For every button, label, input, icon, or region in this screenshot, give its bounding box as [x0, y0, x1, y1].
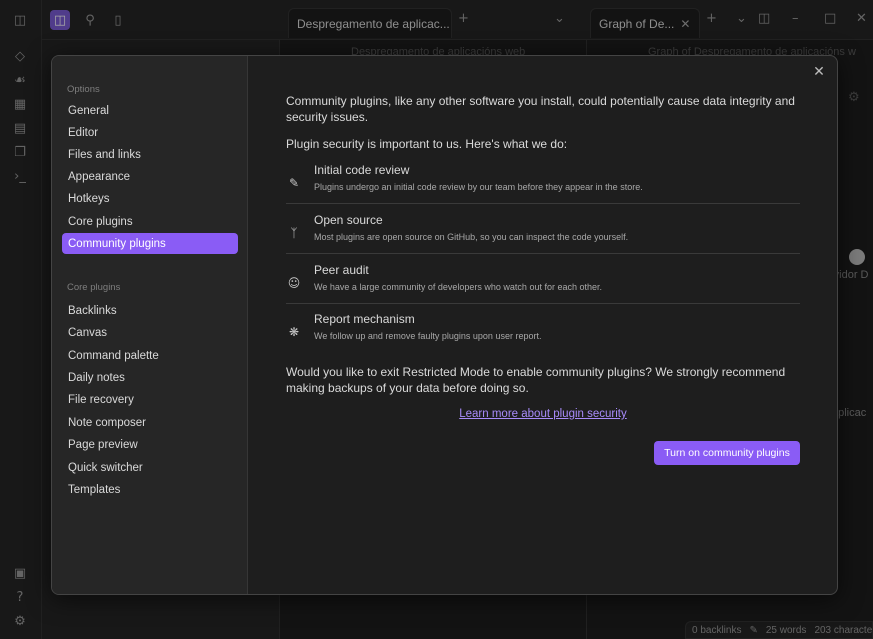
divider	[286, 253, 800, 254]
restricted-mode-question: Would you like to exit Restricted Mode t…	[286, 365, 786, 395]
review-icon: ✎	[288, 176, 300, 190]
divider	[286, 303, 800, 304]
settings-item-community-plugins[interactable]: Community plugins	[62, 233, 238, 254]
feature-open-source: ᛉ Open source Most plugins are open sour…	[286, 213, 800, 255]
learn-more-link[interactable]: Learn more about plugin security	[286, 408, 800, 420]
feature-desc: We have a large community of developers …	[314, 282, 602, 292]
settings-item-page-preview[interactable]: Page preview	[62, 434, 238, 455]
settings-item-command-palette[interactable]: Command palette	[62, 345, 238, 366]
divider	[286, 203, 800, 204]
feature-desc: Plugins undergo an initial code review b…	[314, 182, 643, 192]
users-icon: ☺	[287, 276, 301, 290]
security-intro: Community plugins, like any other softwa…	[286, 94, 795, 124]
feature-desc: We follow up and remove faulty plugins u…	[314, 331, 542, 341]
settings-item-file-recovery[interactable]: File recovery	[62, 389, 238, 410]
settings-item-canvas[interactable]: Canvas	[62, 322, 238, 343]
settings-item-quick-switcher[interactable]: Quick switcher	[62, 457, 238, 478]
settings-item-appearance[interactable]: Appearance	[62, 166, 238, 187]
turn-on-community-plugins-button[interactable]: Turn on community plugins	[654, 441, 800, 465]
settings-item-core-plugins[interactable]: Core plugins	[62, 211, 238, 232]
feature-report-mechanism: ❋ Report mechanism We follow up and remo…	[286, 312, 800, 354]
settings-item-files-and-links[interactable]: Files and links	[62, 144, 238, 165]
settings-item-templates[interactable]: Templates	[62, 479, 238, 500]
feature-name: Peer audit	[314, 263, 369, 277]
close-icon[interactable]: ✕	[809, 62, 829, 82]
settings-sidebar: Options General Editor Files and links A…	[52, 56, 248, 594]
options-heading: Options	[67, 84, 100, 95]
settings-item-backlinks[interactable]: Backlinks	[62, 300, 238, 321]
feature-name: Open source	[314, 213, 383, 227]
bug-icon: ❋	[288, 325, 300, 339]
feature-name: Report mechanism	[314, 312, 415, 326]
feature-peer-audit: ☺ Peer audit We have a large community o…	[286, 263, 800, 305]
open-source-icon: ᛉ	[290, 226, 298, 240]
feature-initial-code-review: ✎ Initial code review Plugins undergo an…	[286, 163, 800, 205]
settings-item-editor[interactable]: Editor	[62, 122, 238, 143]
settings-modal: Options General Editor Files and links A…	[51, 55, 838, 595]
settings-item-daily-notes[interactable]: Daily notes	[62, 367, 238, 388]
security-heading: Plugin security is important to us. Here…	[286, 137, 568, 151]
feature-desc: Most plugins are open source on GitHub, …	[314, 232, 629, 242]
core-plugins-heading: Core plugins	[67, 282, 121, 293]
settings-item-hotkeys[interactable]: Hotkeys	[62, 188, 238, 209]
feature-name: Initial code review	[314, 163, 410, 177]
settings-item-general[interactable]: General	[62, 100, 238, 121]
settings-item-note-composer[interactable]: Note composer	[62, 412, 238, 433]
